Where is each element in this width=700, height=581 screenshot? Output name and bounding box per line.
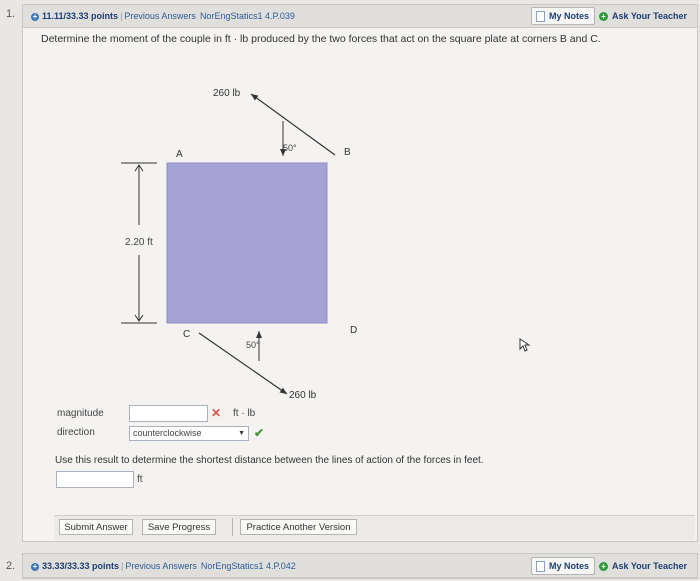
force-b-label: 260 lb — [213, 88, 241, 99]
button-divider — [232, 518, 233, 536]
my-notes-button[interactable]: My Notes — [531, 7, 596, 25]
force-c-arrow — [198, 332, 288, 395]
question-1-points: +11.11/33.33 points | Previous Answers NorE… — [31, 11, 295, 21]
question-1-header: +11.11/33.33 points | Previous Answers NorE… — [23, 5, 697, 28]
question-reference: NorEngStatics1 4.P.039 — [199, 11, 295, 21]
magnitude-unit: ft · lb — [233, 408, 256, 419]
dropdown-arrow-icon: ▼ — [238, 430, 245, 437]
corner-b-label: B — [344, 147, 351, 158]
distance-input[interactable] — [56, 471, 134, 488]
expand-icon[interactable]: + — [31, 12, 39, 21]
magnitude-input[interactable] — [129, 405, 208, 422]
question-reference: NorEngStatics1 4.P.042 — [200, 561, 296, 571]
question-2-number: 2. — [6, 560, 16, 572]
question-2-panel: +33.33/33.33 points | Previous Answers NorE… — [22, 553, 698, 579]
direction-label: direction — [57, 427, 95, 438]
ask-your-teacher-button[interactable]: + Ask Your Teacher — [599, 561, 687, 572]
plus-icon: + — [599, 12, 608, 22]
direction-select[interactable]: counterclockwise ▼ — [129, 426, 249, 441]
practice-another-version-button[interactable]: Practice Another Version — [240, 519, 357, 535]
followup-prompt: Use this result to determine the shortes… — [55, 455, 484, 466]
side-length-label: 2.20 ft — [125, 237, 153, 248]
corner-a-label: A — [176, 149, 183, 160]
distance-unit: ft — [137, 474, 143, 485]
corner-c-label: C — [183, 329, 190, 340]
question-1-prompt: Determine the moment of the couple in ft… — [41, 33, 601, 45]
force-c-label: 260 lb — [289, 390, 317, 401]
notes-icon — [536, 561, 545, 573]
save-progress-button[interactable]: Save Progress — [142, 519, 216, 535]
question-1-number: 1. — [6, 8, 16, 20]
plate-figure: 2.20 ft A B C D 260 lb 50° 260 lb 50° — [121, 88, 357, 401]
my-notes-button[interactable]: My Notes — [531, 557, 596, 575]
angle-b-label: 50° — [283, 143, 297, 153]
incorrect-icon: ✕ — [211, 406, 222, 420]
ask-your-teacher-button[interactable]: + Ask Your Teacher — [599, 11, 687, 22]
expand-icon[interactable]: + — [31, 562, 39, 571]
magnitude-label: magnitude — [57, 408, 104, 419]
mouse-cursor-icon — [519, 338, 531, 352]
question-2-points: +33.33/33.33 points | Previous Answers NorE… — [31, 561, 296, 571]
angle-c-label: 50° — [246, 340, 260, 350]
question-1-panel: +11.11/33.33 points | Previous Answers NorE… — [22, 4, 698, 542]
previous-answers-link[interactable]: Previous Answers — [125, 561, 197, 571]
square-plate — [166, 162, 328, 324]
previous-answers-link[interactable]: Previous Answers — [124, 11, 196, 21]
corner-d-label: D — [350, 325, 357, 336]
plus-icon: + — [599, 562, 608, 572]
notes-icon — [536, 11, 545, 23]
submit-answer-button[interactable]: Submit Answer — [59, 519, 133, 535]
question-2-header: +33.33/33.33 points | Previous Answers NorE… — [23, 554, 697, 578]
correct-icon: ✔ — [254, 426, 265, 440]
